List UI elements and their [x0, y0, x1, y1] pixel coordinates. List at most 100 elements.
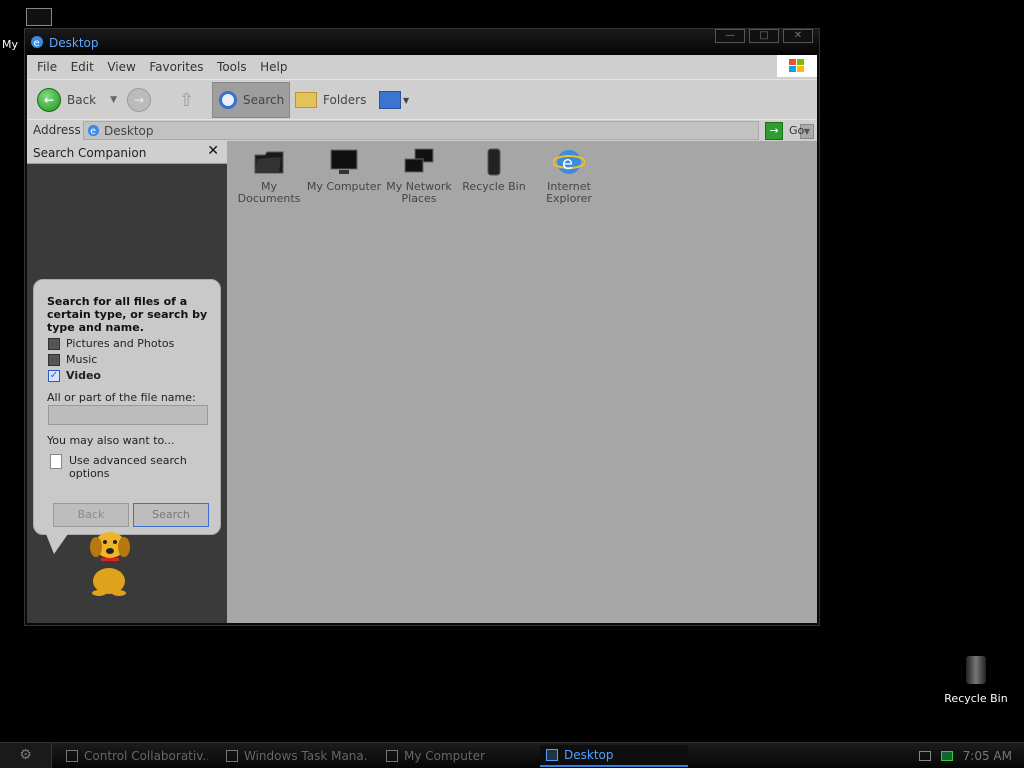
address-input[interactable]: e Desktop ▼ — [83, 121, 814, 140]
close-icon[interactable]: ✕ — [207, 143, 219, 159]
back-arrow-icon: ← — [37, 88, 61, 112]
desktop-icon-label: My — [2, 38, 19, 51]
go-arrow-icon: → — [765, 121, 783, 140]
computer-icon — [386, 750, 398, 762]
forward-button[interactable]: → — [127, 82, 151, 118]
task-desktop[interactable]: Desktop — [540, 745, 688, 767]
keyboard-icon[interactable] — [918, 750, 931, 761]
svg-text:e: e — [562, 153, 573, 174]
item-my-documents[interactable]: My Documents — [231, 147, 307, 205]
menu-file[interactable]: File — [37, 60, 57, 74]
chevron-down-icon[interactable]: ▼ — [110, 95, 117, 105]
folder-icon — [253, 147, 285, 177]
toolbar: ← Back ▼ → ⇧ Search Folders ▼ — [27, 79, 817, 119]
views-button[interactable]: ▼ — [379, 82, 409, 118]
svg-text:e: e — [90, 126, 96, 137]
desktop-icon-label: Recycle Bin — [944, 692, 1008, 705]
system-tray: 7:05 AM — [896, 743, 1024, 768]
maximize-button[interactable]: □ — [749, 29, 779, 43]
clock[interactable]: 7:05 AM — [963, 749, 1012, 763]
task-windows-task-manager[interactable]: Windows Task Mana... — [220, 745, 368, 767]
internet-explorer-icon: e — [87, 124, 100, 137]
window-title: Desktop — [49, 36, 99, 50]
option-label: Video — [66, 369, 101, 382]
computer-icon — [26, 8, 52, 26]
svg-text:e: e — [34, 38, 40, 49]
option-pictures[interactable]: Pictures and Photos — [48, 337, 174, 350]
search-button[interactable]: Search — [212, 82, 290, 118]
menu-favorites[interactable]: Favorites — [149, 60, 203, 74]
back-search-button[interactable]: Back — [53, 503, 129, 527]
address-value: Desktop — [104, 124, 154, 138]
document-icon — [50, 454, 62, 469]
search-companion-pane: Search Companion ✕ Search for all files … — [27, 141, 227, 623]
task-label: My Computer — [404, 749, 485, 763]
minimize-button[interactable]: — — [715, 29, 745, 43]
folder-content: My Documents My Computer My Network Plac… — [227, 141, 817, 623]
task-control-collaborative[interactable]: Control Collaborativ... — [60, 745, 208, 767]
title-bar[interactable]: e Desktop — □ ✕ — [25, 29, 819, 55]
folders-label: Folders — [323, 93, 367, 107]
up-folder-button[interactable]: ⇧ — [179, 82, 194, 118]
network-icon — [403, 147, 435, 177]
address-label: Address — [33, 123, 81, 137]
menu-view[interactable]: View — [107, 60, 135, 74]
option-label: Music — [66, 353, 98, 366]
task-label: Desktop — [564, 748, 614, 762]
option-video[interactable]: ✓ Video — [48, 369, 101, 382]
checkbox[interactable] — [48, 337, 60, 350]
search-label: Search — [243, 93, 285, 107]
internet-explorer-icon: e — [552, 147, 586, 177]
item-my-computer[interactable]: My Computer — [306, 147, 382, 193]
close-button[interactable]: ✕ — [783, 29, 813, 43]
network-status-icon[interactable] — [940, 750, 953, 761]
views-icon — [379, 91, 401, 109]
search-submit-button[interactable]: Search — [133, 503, 209, 527]
back-label: Back — [67, 93, 97, 107]
item-my-network-places[interactable]: My Network Places — [381, 147, 457, 205]
forward-arrow-icon: → — [127, 88, 151, 112]
app-icon — [66, 750, 78, 762]
search-bubble: Search for all files of a certain type, … — [33, 279, 221, 554]
menu-bar: File Edit View Favorites Tools Help — [27, 55, 817, 79]
filename-label: All or part of the file name: — [47, 391, 196, 404]
task-label: Windows Task Mana... — [244, 749, 368, 763]
bubble-tail — [46, 534, 68, 554]
windows-logo-icon — [777, 55, 817, 77]
checkbox-checked[interactable]: ✓ — [48, 369, 60, 382]
item-label: My Network Places — [386, 180, 452, 205]
menu-tools[interactable]: Tools — [217, 60, 247, 74]
folders-button[interactable]: Folders — [295, 82, 366, 118]
also-label: You may also want to... — [47, 434, 175, 447]
item-label: My Computer — [306, 180, 382, 193]
menu-edit[interactable]: Edit — [71, 60, 94, 74]
option-label: Pictures and Photos — [66, 337, 175, 350]
item-internet-explorer[interactable]: e Internet Explorer — [531, 147, 607, 205]
back-button[interactable]: ← Back ▼ — [37, 82, 117, 118]
go-button[interactable]: → Go — [765, 121, 804, 140]
recycle-bin-icon — [478, 147, 510, 177]
internet-explorer-icon: e — [31, 36, 43, 49]
desktop-icon-recycle-bin[interactable]: Recycle Bin — [938, 656, 1014, 705]
checkbox[interactable] — [48, 353, 60, 366]
option-music[interactable]: Music — [48, 353, 97, 366]
start-button[interactable]: ⚙ — [0, 743, 52, 768]
filename-input[interactable] — [48, 405, 208, 425]
internet-explorer-icon — [546, 749, 558, 761]
item-recycle-bin[interactable]: Recycle Bin — [456, 147, 532, 193]
search-icon — [219, 91, 237, 109]
address-bar: Address e Desktop ▼ → Go — [27, 119, 817, 141]
task-manager-icon — [226, 750, 238, 762]
taskbar: ⚙ Control Collaborativ... Windows Task M… — [0, 742, 1024, 768]
task-label: Control Collaborativ... — [84, 749, 208, 763]
menu-help[interactable]: Help — [260, 60, 287, 74]
up-folder-icon: ⇧ — [179, 89, 195, 111]
task-my-computer[interactable]: My Computer — [380, 745, 528, 767]
item-label: My Documents — [237, 180, 301, 205]
go-label: Go — [789, 124, 805, 137]
item-label: Internet Explorer — [546, 180, 592, 205]
computer-icon — [328, 147, 360, 177]
recycle-bin-icon — [966, 656, 986, 684]
search-dog-icon — [90, 532, 130, 596]
advanced-search-link[interactable]: Use advanced search options — [50, 454, 189, 480]
